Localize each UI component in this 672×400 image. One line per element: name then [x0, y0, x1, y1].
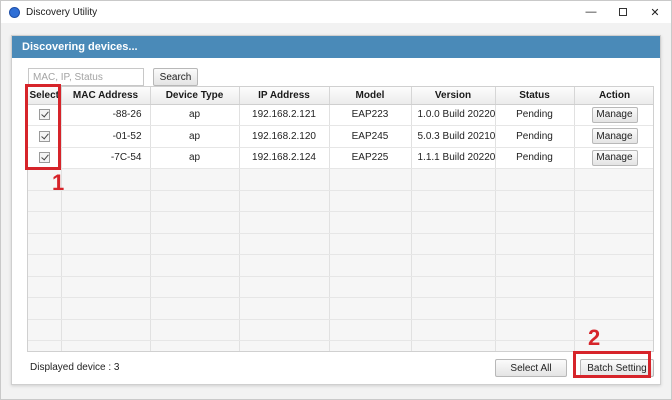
manage-button[interactable]: Manage — [591, 106, 638, 123]
empty-row — [28, 254, 653, 277]
close-icon[interactable]: ✕ — [639, 1, 671, 23]
model-cell: EAP225 — [329, 147, 412, 169]
manage-button[interactable]: Manage — [591, 149, 638, 166]
column-header-status[interactable]: Status — [495, 87, 575, 105]
status-cell: Pending — [495, 104, 575, 126]
column-header-ip[interactable]: IP Address — [239, 87, 330, 105]
title-bar: Discovery Utility — ✕ — [1, 1, 671, 23]
column-header-version[interactable]: Version — [411, 87, 496, 105]
model-cell: EAP223 — [329, 104, 412, 126]
table-header-row: Select MAC Address Device Type IP Addres… — [28, 87, 653, 105]
row-checkbox[interactable] — [38, 152, 50, 164]
column-header-action[interactable]: Action — [574, 87, 653, 105]
annotation-number-2: 2 — [588, 325, 601, 350]
column-header-model[interactable]: Model — [329, 87, 412, 105]
empty-row — [28, 340, 653, 351]
window-controls: — ✕ — [575, 1, 671, 23]
row-select-cell — [28, 125, 62, 148]
discovery-utility-window: Discovery Utility — ✕ Discovering device… — [0, 0, 672, 400]
device-type-cell: ap — [150, 104, 240, 126]
ip-address-cell: 192.168.2.120 — [239, 125, 330, 148]
version-cell: 1.0.0 Build 202209... — [411, 104, 496, 126]
mac-address-cell: -88-26 — [61, 104, 151, 126]
empty-row — [28, 297, 653, 320]
ip-address-cell: 192.168.2.124 — [239, 147, 330, 169]
select-all-button[interactable]: Select All — [495, 359, 567, 377]
empty-row — [28, 319, 653, 341]
annotation-number-1: 1 — [52, 170, 65, 195]
empty-row — [28, 233, 653, 255]
row-checkbox[interactable] — [38, 109, 50, 121]
status-cell: Pending — [495, 125, 575, 148]
ip-address-cell: 192.168.2.121 — [239, 104, 330, 126]
search-row: Search — [28, 68, 198, 86]
status-cell: Pending — [495, 147, 575, 169]
row-select-cell — [28, 104, 62, 126]
version-cell: 5.0.3 Build 202106... — [411, 125, 496, 148]
mac-address-cell: -7C-54 — [61, 147, 151, 169]
maximize-icon[interactable] — [607, 1, 639, 23]
empty-row — [28, 276, 653, 298]
row-checkbox[interactable] — [38, 130, 50, 142]
table-row: -01-52 ap 192.168.2.120 EAP245 5.0.3 Bui… — [28, 125, 653, 148]
batch-setting-button[interactable]: Batch Setting — [580, 359, 654, 377]
column-header-mac[interactable]: MAC Address — [61, 87, 151, 105]
window-title: Discovery Utility — [26, 6, 98, 18]
panel-header: Discovering devices... — [12, 36, 660, 58]
version-cell: 1.1.1 Build 202209... — [411, 147, 496, 169]
minimize-icon[interactable]: — — [575, 1, 607, 23]
model-cell: EAP245 — [329, 125, 412, 148]
action-cell: Manage — [574, 104, 653, 126]
discovery-panel: Discovering devices... Search Select MAC… — [11, 35, 661, 385]
device-table: Select MAC Address Device Type IP Addres… — [27, 86, 654, 352]
action-cell: Manage — [574, 147, 653, 169]
empty-row — [28, 190, 653, 212]
device-type-cell: ap — [150, 125, 240, 148]
action-cell: Manage — [574, 125, 653, 148]
row-select-cell — [28, 147, 62, 169]
manage-button[interactable]: Manage — [591, 128, 638, 145]
search-input[interactable] — [28, 68, 144, 86]
column-header-select[interactable]: Select — [28, 87, 62, 105]
device-type-cell: ap — [150, 147, 240, 169]
mac-address-cell: -01-52 — [61, 125, 151, 148]
empty-row — [28, 168, 653, 191]
table-row: -88-26 ap 192.168.2.121 EAP223 1.0.0 Bui… — [28, 104, 653, 126]
empty-row — [28, 211, 653, 234]
displayed-device-count: Displayed device : 3 — [30, 362, 120, 373]
search-button[interactable]: Search — [153, 68, 198, 86]
column-header-device-type[interactable]: Device Type — [150, 87, 240, 105]
table-row: -7C-54 ap 192.168.2.124 EAP225 1.1.1 Bui… — [28, 147, 653, 169]
app-icon — [9, 6, 20, 18]
